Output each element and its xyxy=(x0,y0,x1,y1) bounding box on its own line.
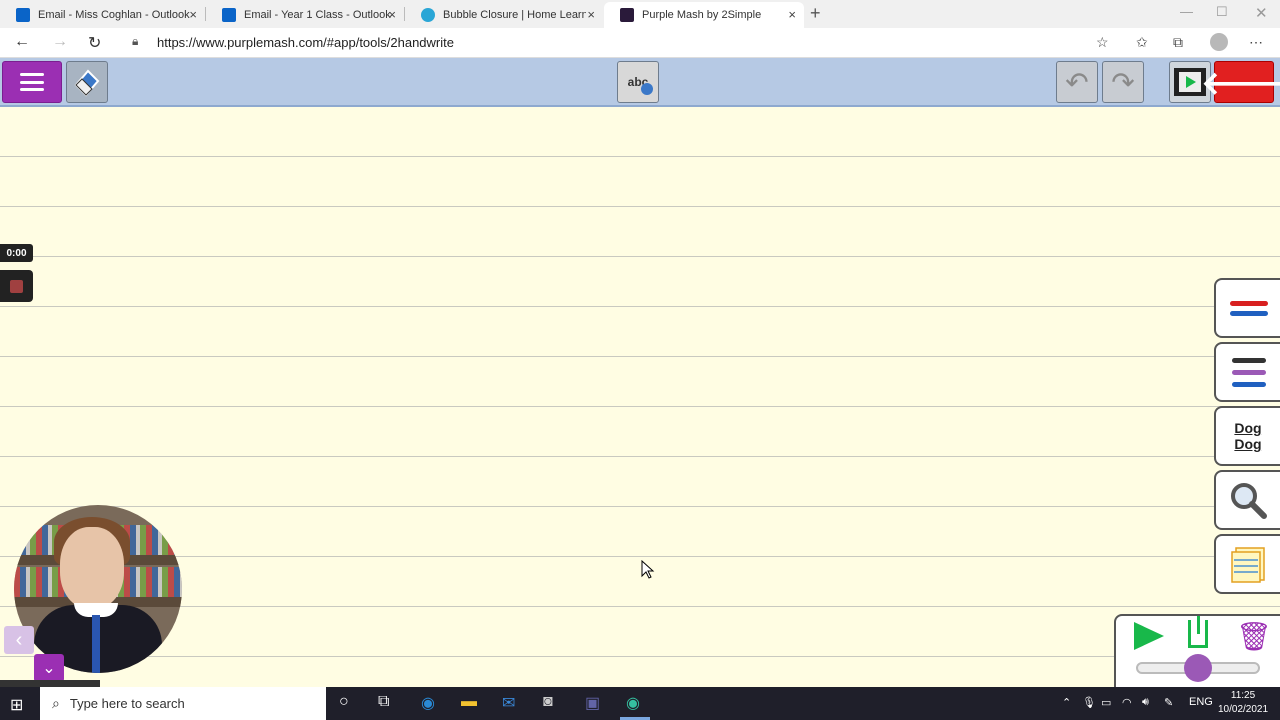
add-favorite-icon[interactable]: ☆ xyxy=(1096,34,1109,51)
tab-title: Email - Year 1 Class - Outlook xyxy=(244,9,391,21)
presenter-face xyxy=(60,527,124,609)
url-field[interactable]: https://www.purplemash.com/#app/tools/2h… xyxy=(157,35,454,50)
teams-icon[interactable]: ▣ xyxy=(585,693,600,713)
search-icon: ⌕ xyxy=(52,695,60,711)
pen-nibs-icon xyxy=(1226,352,1270,392)
maximize-icon[interactable]: ☐ xyxy=(1216,4,1228,20)
pen-colour-tool[interactable] xyxy=(1214,278,1280,338)
zoom-tool[interactable] xyxy=(1214,470,1280,530)
taskbar-clock[interactable]: 11:25 10/02/2021 xyxy=(1218,689,1268,717)
microphone-icon[interactable]: 🎙︎ xyxy=(1082,696,1096,709)
screen: Email - Miss Coghlan - Outlook × Email -… xyxy=(0,0,1280,720)
font-sample-top: Dog xyxy=(1234,420,1262,436)
browser-tab-bar: Email - Miss Coghlan - Outlook × Email -… xyxy=(0,0,1280,28)
minimize-icon[interactable]: — xyxy=(1180,4,1193,19)
camera-icon[interactable]: ◙ xyxy=(543,693,553,711)
paper-style-tool[interactable] xyxy=(1214,534,1280,594)
purplemash-icon xyxy=(620,8,634,22)
favorites-icon[interactable]: ✩ xyxy=(1136,34,1148,51)
close-icon[interactable]: × xyxy=(189,7,197,22)
trash-icon[interactable]: 🗑︎ xyxy=(1236,620,1272,653)
redo-button[interactable]: ↷ xyxy=(1102,61,1144,103)
tray-chevron-up-icon[interactable]: ⌃ xyxy=(1062,696,1071,709)
clock-time: 11:25 xyxy=(1230,690,1256,701)
volume-icon[interactable]: 🔊︎ xyxy=(1142,696,1149,709)
handwriting-canvas[interactable] xyxy=(0,107,1280,687)
close-icon[interactable]: × xyxy=(388,7,396,22)
windows-taskbar: ⊞ ⌕ Type here to search ○ ⧉ ◉ ▬ ✉ ◙ ▣ ◉ … xyxy=(0,687,1280,720)
recording-timer: 0:00 xyxy=(0,244,33,262)
spell-check-button[interactable]: abc xyxy=(617,61,659,103)
globe-icon xyxy=(421,8,435,22)
font-style-label: Dog Dog xyxy=(1234,420,1261,452)
speed-slider-knob[interactable] xyxy=(1184,654,1212,682)
back-arrow-icon[interactable]: ← xyxy=(14,33,30,51)
tab-outlook-year1[interactable]: Email - Year 1 Class - Outlook × xyxy=(206,2,404,28)
playback-panel: 🗑︎ xyxy=(1114,614,1280,687)
undo-button[interactable]: ↶ xyxy=(1056,61,1098,103)
redo-icon: ↷ xyxy=(1111,66,1135,98)
webcam-controls-strip xyxy=(0,680,100,687)
windows-start-icon[interactable]: ⊞ xyxy=(10,695,23,715)
outlook-icon xyxy=(222,8,236,22)
language-indicator[interactable]: ENG xyxy=(1189,696,1213,708)
mouse-cursor-icon xyxy=(641,560,655,579)
taskbar-search[interactable]: ⌕ Type here to search xyxy=(40,687,326,720)
profile-avatar[interactable] xyxy=(1210,33,1228,51)
tab-purple-mash[interactable]: Purple Mash by 2Simple × xyxy=(604,2,804,28)
chevron-left-icon[interactable]: ‹ xyxy=(4,626,34,654)
outlook-icon xyxy=(16,8,30,22)
main-menu-button[interactable] xyxy=(2,61,62,103)
chevron-down-icon[interactable]: ⌄ xyxy=(34,654,64,682)
new-tab-icon[interactable]: + xyxy=(810,3,821,24)
eraser-icon xyxy=(74,69,100,97)
hamburger-icon xyxy=(20,73,44,91)
forward-arrow-icon[interactable]: → xyxy=(52,33,68,51)
mail-icon[interactable]: ✉ xyxy=(502,693,515,713)
tab-title: Bubble Closure | Home Learning xyxy=(443,9,586,21)
eraser-button[interactable] xyxy=(66,61,108,103)
edge-icon[interactable]: ◉ xyxy=(421,693,435,713)
tab-title: Email - Miss Coghlan - Outlook xyxy=(38,9,190,21)
clock-date: 10/02/2021 xyxy=(1218,704,1269,715)
pen-workspace-icon[interactable]: ✎ xyxy=(1164,696,1173,709)
spell-check-icon xyxy=(641,83,653,95)
collections-icon[interactable]: ⧉ xyxy=(1173,34,1183,51)
tab-title: Purple Mash by 2Simple xyxy=(642,9,762,21)
undo-icon: ↶ xyxy=(1065,66,1089,98)
search-placeholder: Type here to search xyxy=(69,696,185,711)
more-menu-icon[interactable]: ⋯ xyxy=(1249,34,1263,51)
exit-button[interactable]: 🡐 xyxy=(1201,61,1280,103)
close-window-icon[interactable]: ✕ xyxy=(1255,4,1268,22)
stop-icon xyxy=(10,279,23,293)
webcam-feed xyxy=(14,505,182,673)
battery-icon[interactable]: ▭ xyxy=(1101,696,1111,709)
font-style-tool[interactable]: Dog Dog xyxy=(1214,406,1280,466)
refresh-icon[interactable]: ↻ xyxy=(88,33,101,53)
app-toolbar: abc ↶ ↷ 🡐 xyxy=(0,58,1280,107)
pens-icon xyxy=(1226,293,1270,323)
wifi-icon[interactable]: ◠ xyxy=(1122,696,1132,709)
presenter-lanyard xyxy=(92,615,100,673)
file-explorer-icon[interactable]: ▬ xyxy=(461,693,477,711)
close-icon[interactable]: × xyxy=(587,7,595,22)
save-icon[interactable] xyxy=(1188,616,1208,648)
edge-active-icon[interactable]: ◉ xyxy=(626,693,640,713)
play-icon[interactable] xyxy=(1134,622,1164,650)
task-view-icon[interactable]: ⧉ xyxy=(378,693,389,711)
tab-bubble-closure[interactable]: Bubble Closure | Home Learning × xyxy=(405,2,603,28)
stop-recording-button[interactable] xyxy=(0,270,33,302)
pen-style-tool[interactable] xyxy=(1214,342,1280,402)
tab-outlook-coghlan[interactable]: Email - Miss Coghlan - Outlook × xyxy=(0,2,205,28)
back-arrow-icon: 🡐 xyxy=(1201,64,1280,101)
address-bar: ← → ↻ 🔒︎ https://www.purplemash.com/#app… xyxy=(0,28,1280,58)
close-icon[interactable]: × xyxy=(788,7,796,22)
magnifier-icon xyxy=(1231,483,1267,519)
cortana-icon[interactable]: ○ xyxy=(339,693,349,711)
lock-icon[interactable]: 🔒︎ xyxy=(132,34,138,49)
paper-stack-icon xyxy=(1231,547,1265,583)
font-sample-bottom: Dog xyxy=(1234,436,1262,452)
